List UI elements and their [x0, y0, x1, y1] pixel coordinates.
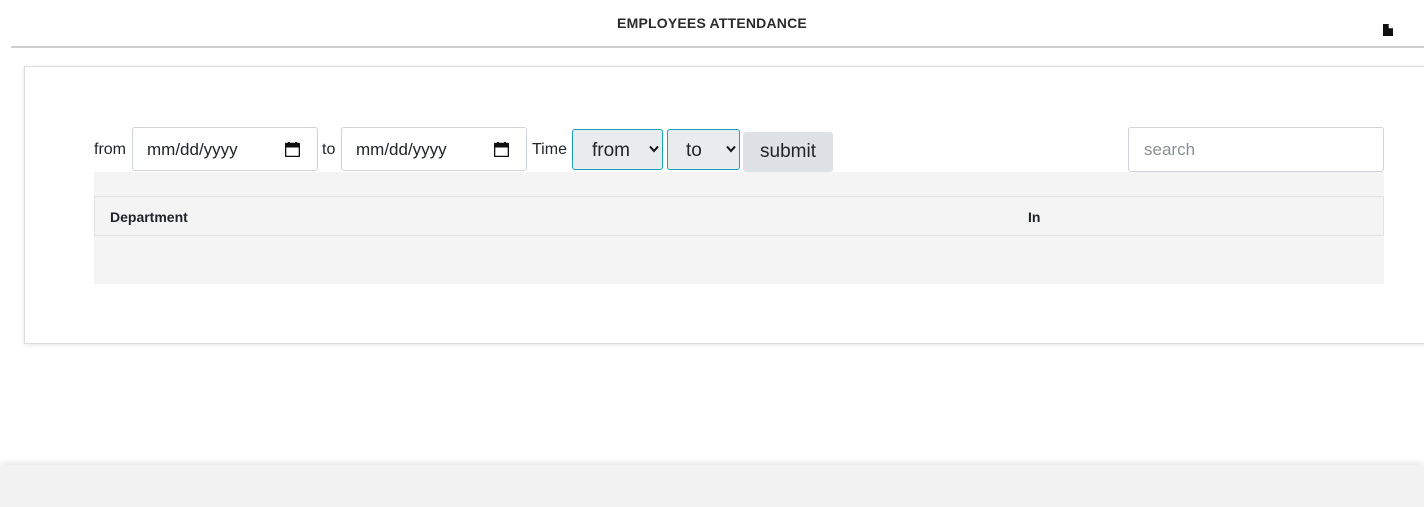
to-date-input[interactable]: mm/dd/yyyy [341, 127, 527, 171]
footer [0, 465, 1424, 507]
time-to-selected: to [686, 140, 702, 161]
submit-button[interactable]: submit [743, 132, 833, 172]
calendar-icon[interactable] [285, 142, 300, 157]
chevron-down-icon [649, 145, 659, 153]
from-date-input[interactable]: mm/dd/yyyy [132, 127, 318, 171]
from-date-label: from [94, 141, 126, 158]
search-input[interactable] [1128, 127, 1384, 172]
to-date-label: to [322, 141, 336, 158]
calendar-icon[interactable] [494, 142, 509, 157]
document-icon[interactable] [1383, 24, 1393, 36]
page-title: EMPLOYEES ATTENDANCE [617, 15, 807, 31]
time-to-select[interactable]: to [667, 129, 740, 170]
time-from-selected: from [592, 140, 630, 161]
table-header-row: Department In [94, 196, 1384, 236]
time-label: Time [532, 141, 567, 158]
from-date-value: mm/dd/yyyy [147, 140, 238, 159]
column-header-department: Department [110, 209, 188, 225]
column-header-in: In [1028, 209, 1041, 225]
header: EMPLOYEES ATTENDANCE [11, 0, 1424, 48]
to-date-value: mm/dd/yyyy [356, 140, 447, 159]
chevron-down-icon [726, 145, 736, 153]
time-from-select[interactable]: from [572, 129, 663, 170]
page: EMPLOYEES ATTENDANCE from mm/dd/yyyy to … [0, 0, 1424, 507]
